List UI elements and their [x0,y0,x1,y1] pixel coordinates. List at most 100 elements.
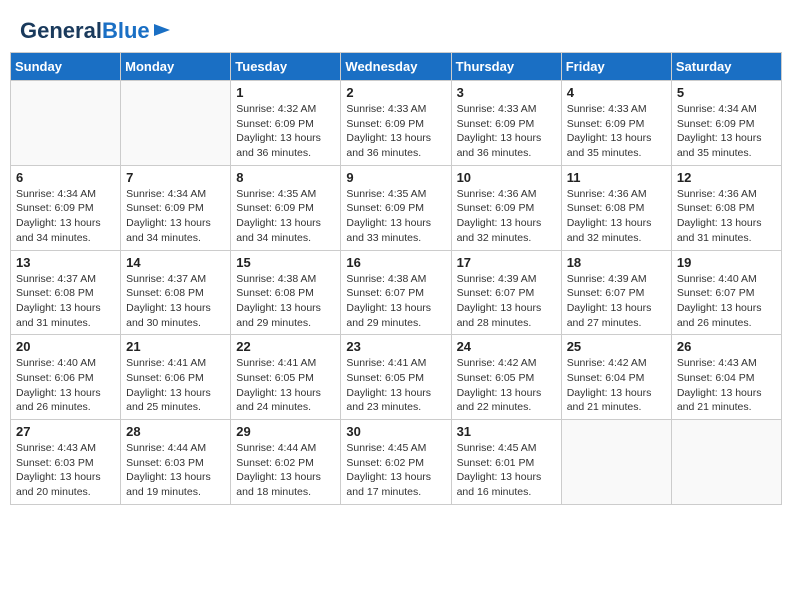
day-number: 31 [457,424,556,439]
day-number: 27 [16,424,115,439]
day-info: Sunrise: 4:41 AM Sunset: 6:05 PM Dayligh… [236,356,335,415]
calendar-day-cell: 21 Sunrise: 4:41 AM Sunset: 6:06 PM Dayli… [121,335,231,420]
day-info: Sunrise: 4:45 AM Sunset: 6:02 PM Dayligh… [346,441,445,500]
calendar-day-cell: 4 Sunrise: 4:33 AM Sunset: 6:09 PM Daylig… [561,81,671,166]
calendar-day-cell: 27 Sunrise: 4:43 AM Sunset: 6:03 PM Dayli… [11,420,121,505]
calendar-week-row: 6Sunrise: 4:34 AM Sunset: 6:09 PM Daylig… [11,165,782,250]
logo-arrow-icon [152,20,172,40]
day-info: Sunrise: 4:44 AM Sunset: 6:02 PM Dayligh… [236,441,335,500]
calendar-day-cell: 14 Sunrise: 4:37 AM Sunset: 6:08 PM Dayli… [121,250,231,335]
day-info: Sunrise: 4:40 AM Sunset: 6:07 PM Dayligh… [677,272,776,331]
day-info: Sunrise: 4:34 AM Sunset: 6:09 PM Dayligh… [16,187,115,246]
day-number: 25 [567,339,666,354]
day-info: Sunrise: 4:45 AM Sunset: 6:01 PM Dayligh… [457,441,556,500]
weekday-header-cell: Sunday [11,53,121,81]
day-number: 11 [567,170,666,185]
day-number: 18 [567,255,666,270]
day-number: 21 [126,339,225,354]
weekday-header-cell: Thursday [451,53,561,81]
calendar-day-cell: 8 Sunrise: 4:35 AM Sunset: 6:09 PM Daylig… [231,165,341,250]
calendar-week-row: 1Sunrise: 4:32 AM Sunset: 6:09 PM Daylig… [11,81,782,166]
calendar-day-cell [561,420,671,505]
day-info: Sunrise: 4:33 AM Sunset: 6:09 PM Dayligh… [567,102,666,161]
calendar-week-row: 20 Sunrise: 4:40 AM Sunset: 6:06 PM Dayli… [11,335,782,420]
day-number: 8 [236,170,335,185]
day-info: Sunrise: 4:43 AM Sunset: 6:04 PM Dayligh… [677,356,776,415]
calendar-day-cell [671,420,781,505]
day-info: Sunrise: 4:33 AM Sunset: 6:09 PM Dayligh… [457,102,556,161]
day-number: 14 [126,255,225,270]
calendar-day-cell: 23Sunrise: 4:41 AM Sunset: 6:05 PM Dayli… [341,335,451,420]
day-number: 13 [16,255,115,270]
day-info: Sunrise: 4:35 AM Sunset: 6:09 PM Dayligh… [236,187,335,246]
calendar-day-cell: 1Sunrise: 4:32 AM Sunset: 6:09 PM Daylig… [231,81,341,166]
calendar-day-cell: 29 Sunrise: 4:44 AM Sunset: 6:02 PM Dayli… [231,420,341,505]
day-number: 29 [236,424,335,439]
calendar-week-row: 27 Sunrise: 4:43 AM Sunset: 6:03 PM Dayli… [11,420,782,505]
weekday-header-cell: Wednesday [341,53,451,81]
weekday-header-cell: Monday [121,53,231,81]
day-number: 10 [457,170,556,185]
day-number: 24 [457,339,556,354]
day-number: 16 [346,255,445,270]
day-number: 15 [236,255,335,270]
calendar-day-cell: 11 Sunrise: 4:36 AM Sunset: 6:08 PM Dayli… [561,165,671,250]
calendar-day-cell: 31 Sunrise: 4:45 AM Sunset: 6:01 PM Dayli… [451,420,561,505]
calendar-day-cell: 9 Sunrise: 4:35 AM Sunset: 6:09 PM Daylig… [341,165,451,250]
day-info: Sunrise: 4:39 AM Sunset: 6:07 PM Dayligh… [567,272,666,331]
day-number: 3 [457,85,556,100]
weekday-header-row: SundayMondayTuesdayWednesdayThursdayFrid… [11,53,782,81]
day-number: 1 [236,85,335,100]
calendar-day-cell: 18 Sunrise: 4:39 AM Sunset: 6:07 PM Dayli… [561,250,671,335]
calendar-day-cell: 30Sunrise: 4:45 AM Sunset: 6:02 PM Dayli… [341,420,451,505]
calendar-day-cell: 13 Sunrise: 4:37 AM Sunset: 6:08 PM Dayli… [11,250,121,335]
day-number: 26 [677,339,776,354]
calendar-day-cell: 12Sunrise: 4:36 AM Sunset: 6:08 PM Dayli… [671,165,781,250]
day-info: Sunrise: 4:34 AM Sunset: 6:09 PM Dayligh… [677,102,776,161]
calendar-day-cell: 7 Sunrise: 4:34 AM Sunset: 6:09 PM Daylig… [121,165,231,250]
day-number: 9 [346,170,445,185]
calendar-day-cell: 25Sunrise: 4:42 AM Sunset: 6:04 PM Dayli… [561,335,671,420]
day-number: 17 [457,255,556,270]
day-number: 4 [567,85,666,100]
calendar-day-cell: 6Sunrise: 4:34 AM Sunset: 6:09 PM Daylig… [11,165,121,250]
day-number: 23 [346,339,445,354]
day-info: Sunrise: 4:35 AM Sunset: 6:09 PM Dayligh… [346,187,445,246]
day-number: 19 [677,255,776,270]
day-info: Sunrise: 4:38 AM Sunset: 6:07 PM Dayligh… [346,272,445,331]
calendar-day-cell: 22 Sunrise: 4:41 AM Sunset: 6:05 PM Dayli… [231,335,341,420]
day-info: Sunrise: 4:37 AM Sunset: 6:08 PM Dayligh… [16,272,115,331]
calendar-day-cell: 3 Sunrise: 4:33 AM Sunset: 6:09 PM Daylig… [451,81,561,166]
calendar-day-cell [121,81,231,166]
day-info: Sunrise: 4:33 AM Sunset: 6:09 PM Dayligh… [346,102,445,161]
day-info: Sunrise: 4:37 AM Sunset: 6:08 PM Dayligh… [126,272,225,331]
day-info: Sunrise: 4:38 AM Sunset: 6:08 PM Dayligh… [236,272,335,331]
calendar-body: 1Sunrise: 4:32 AM Sunset: 6:09 PM Daylig… [11,81,782,505]
calendar-day-cell: 24Sunrise: 4:42 AM Sunset: 6:05 PM Dayli… [451,335,561,420]
calendar-day-cell: 26 Sunrise: 4:43 AM Sunset: 6:04 PM Dayli… [671,335,781,420]
day-info: Sunrise: 4:39 AM Sunset: 6:07 PM Dayligh… [457,272,556,331]
day-number: 22 [236,339,335,354]
day-number: 20 [16,339,115,354]
day-number: 7 [126,170,225,185]
logo-text: GeneralBlue [20,20,150,42]
calendar-day-cell: 15 Sunrise: 4:38 AM Sunset: 6:08 PM Dayli… [231,250,341,335]
calendar-table: SundayMondayTuesdayWednesdayThursdayFrid… [10,52,782,505]
weekday-header-cell: Saturday [671,53,781,81]
day-info: Sunrise: 4:40 AM Sunset: 6:06 PM Dayligh… [16,356,115,415]
day-number: 5 [677,85,776,100]
calendar-day-cell: 2 Sunrise: 4:33 AM Sunset: 6:09 PM Daylig… [341,81,451,166]
day-info: Sunrise: 4:43 AM Sunset: 6:03 PM Dayligh… [16,441,115,500]
day-info: Sunrise: 4:36 AM Sunset: 6:08 PM Dayligh… [567,187,666,246]
calendar-day-cell: 20 Sunrise: 4:40 AM Sunset: 6:06 PM Dayli… [11,335,121,420]
calendar-day-cell: 5 Sunrise: 4:34 AM Sunset: 6:09 PM Daylig… [671,81,781,166]
day-number: 28 [126,424,225,439]
page-header: GeneralBlue [10,10,782,47]
weekday-header-cell: Tuesday [231,53,341,81]
day-info: Sunrise: 4:34 AM Sunset: 6:09 PM Dayligh… [126,187,225,246]
day-number: 2 [346,85,445,100]
calendar-day-cell: 17 Sunrise: 4:39 AM Sunset: 6:07 PM Dayli… [451,250,561,335]
calendar-week-row: 13 Sunrise: 4:37 AM Sunset: 6:08 PM Dayli… [11,250,782,335]
day-info: Sunrise: 4:41 AM Sunset: 6:06 PM Dayligh… [126,356,225,415]
calendar-day-cell: 16 Sunrise: 4:38 AM Sunset: 6:07 PM Dayli… [341,250,451,335]
